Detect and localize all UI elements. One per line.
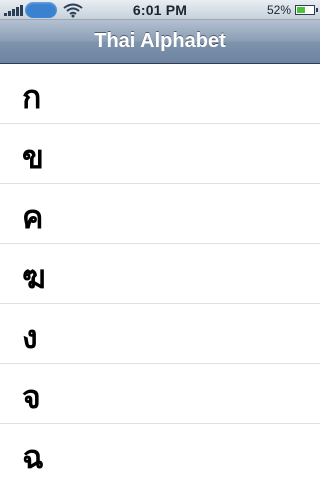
list-item[interactable]: จ bbox=[0, 364, 320, 424]
page-title: Thai Alphabet bbox=[94, 30, 226, 52]
battery-tip bbox=[316, 8, 318, 12]
battery-percent: 52% bbox=[266, 3, 291, 17]
battery-fill bbox=[297, 7, 305, 13]
list-item[interactable]: ก bbox=[0, 64, 320, 124]
list-item[interactable]: ฆ bbox=[0, 244, 320, 304]
battery-icon bbox=[295, 5, 315, 15]
thai-letter: จ bbox=[22, 378, 41, 416]
list-item[interactable]: ฉ bbox=[0, 424, 320, 480]
letter-list[interactable]: ก ข ค ฆ ง จ ฉ bbox=[0, 64, 320, 480]
list-item[interactable]: ง bbox=[0, 304, 320, 364]
thai-letter: ก bbox=[22, 78, 42, 116]
thai-letter: ง bbox=[22, 318, 38, 356]
thai-letter: ฆ bbox=[22, 258, 46, 296]
status-bar: 6:01 PM 52% bbox=[0, 0, 320, 20]
list-item[interactable]: ค bbox=[0, 184, 320, 244]
list-item[interactable]: ข bbox=[0, 124, 320, 184]
thai-letter: ข bbox=[22, 138, 44, 176]
thai-letter: ฉ bbox=[22, 438, 44, 476]
thai-letter: ค bbox=[22, 198, 44, 236]
navigation-bar: Thai Alphabet bbox=[0, 20, 320, 64]
